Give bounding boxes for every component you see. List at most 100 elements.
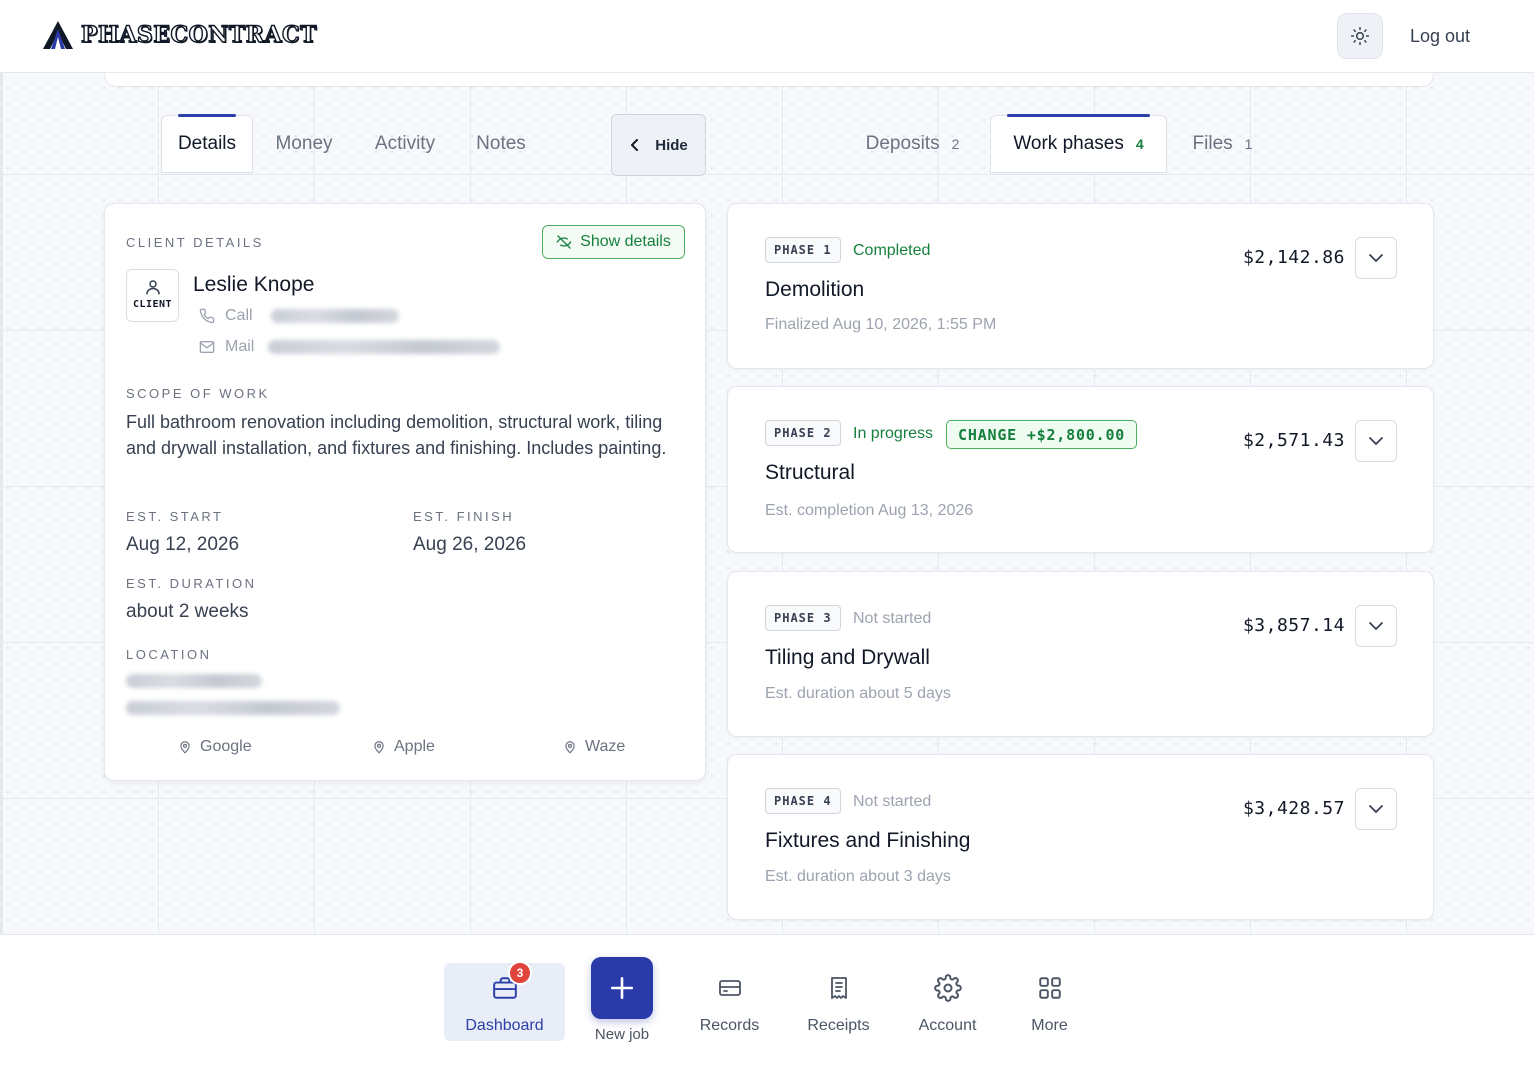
- redacted-address-line: [126, 701, 340, 715]
- map-link-label: Google: [200, 738, 252, 755]
- call-row[interactable]: Call: [199, 307, 399, 325]
- client-name: Leslie Knope: [193, 273, 315, 296]
- chevron-left-icon: [631, 139, 639, 151]
- nav-more[interactable]: More: [989, 963, 1110, 1041]
- logout-link[interactable]: Log out: [1410, 26, 1470, 47]
- client-details-card: CLIENT DETAILS Show details CLIENT Lesli…: [104, 203, 706, 781]
- phase-amount: $3,428.57: [1242, 798, 1345, 819]
- tab-label: Deposits: [865, 133, 940, 154]
- map-pin-icon: [180, 741, 190, 754]
- tab-files[interactable]: Files 1: [1180, 115, 1265, 173]
- mail-icon: [199, 341, 215, 353]
- mail-row[interactable]: Mail: [199, 338, 501, 356]
- change-order-badge: CHANGE +$2,800.00: [946, 420, 1138, 449]
- eye-off-icon: [556, 235, 572, 249]
- page-left-rule: [0, 0, 2, 1066]
- tab-label: Money: [275, 133, 333, 154]
- grid-icon: [1038, 977, 1061, 999]
- credit-card-icon: [718, 980, 741, 996]
- nav-records[interactable]: Records: [669, 963, 790, 1041]
- nav-label: More: [1031, 1017, 1068, 1034]
- est-duration-value: about 2 weeks: [126, 601, 249, 622]
- nav-icon-wrap: [933, 973, 962, 1003]
- tab-details[interactable]: Details: [161, 114, 253, 173]
- client-badge-label: CLIENT: [132, 299, 173, 310]
- show-details-button[interactable]: Show details: [542, 225, 685, 259]
- nav-dashboard[interactable]: 3 Dashboard: [444, 961, 565, 1041]
- map-link-label: Apple: [394, 738, 435, 755]
- new-job-button[interactable]: [591, 957, 653, 1019]
- receipt-icon: [830, 977, 847, 999]
- app-header: PHASECONTRACT Log out: [0, 0, 1534, 73]
- chevron-down-icon: [1369, 622, 1383, 630]
- expand-phase-button[interactable]: [1355, 605, 1397, 647]
- waze-link[interactable]: Waze: [563, 738, 625, 756]
- hide-label: Hide: [655, 136, 688, 154]
- chevron-down-icon: [1369, 805, 1383, 813]
- phase-status: In progress: [853, 425, 934, 442]
- redacted-address: [126, 674, 340, 715]
- phase-subtitle: Est. completion Aug 13, 2026: [765, 502, 974, 519]
- phase-status: Not started: [853, 610, 932, 627]
- notification-badge: 3: [508, 961, 532, 985]
- tab-label: Notes: [476, 133, 526, 154]
- show-details-label: Show details: [580, 233, 671, 250]
- tab-deposits[interactable]: Deposits 2: [850, 115, 975, 173]
- map-pin-icon: [565, 741, 575, 754]
- logo-text: PHASECONTRACT: [80, 21, 317, 48]
- location-heading: LOCATION: [126, 647, 212, 662]
- google-maps-link[interactable]: Google: [178, 738, 252, 756]
- bottom-navigation: 3 Dashboard New job Records Receipts Acc…: [0, 934, 1534, 1066]
- redacted-email: [268, 340, 501, 354]
- redacted-phone: [270, 309, 399, 323]
- phase-number-badge: PHASE 4: [765, 788, 841, 814]
- phase-subtitle: Finalized Aug 10, 2026, 1:55 PM: [765, 316, 997, 333]
- phase-title: Tiling and Drywall: [765, 646, 930, 669]
- phase-card-structural[interactable]: PHASE 2 In progress CHANGE +$2,800.00 St…: [727, 386, 1434, 553]
- nav-receipts[interactable]: Receipts: [778, 963, 899, 1041]
- phase-number-badge: PHASE 2: [765, 420, 841, 446]
- est-start-value: Aug 12, 2026: [126, 534, 240, 555]
- nav-label: Receipts: [807, 1017, 870, 1034]
- logo-icon: [43, 21, 73, 49]
- phase-card-tiling-drywall[interactable]: PHASE 3 Not started Tiling and Drywall E…: [727, 571, 1434, 737]
- user-icon: [145, 280, 160, 295]
- collapsed-panel-strip: [104, 73, 1434, 87]
- expand-phase-button[interactable]: [1355, 237, 1397, 279]
- nav-icon-wrap: [827, 973, 851, 1003]
- scope-text: Full bathroom renovation including demol…: [126, 412, 667, 458]
- phase-title: Demolition: [765, 278, 865, 301]
- tab-money[interactable]: Money: [263, 115, 345, 173]
- expand-phase-button[interactable]: [1355, 420, 1397, 462]
- apple-maps-link[interactable]: Apple: [372, 738, 435, 756]
- tab-notes[interactable]: Notes: [466, 115, 536, 173]
- phase-number-badge: PHASE 1: [765, 237, 841, 263]
- est-finish-heading: EST. FINISH: [413, 509, 515, 524]
- theme-toggle-button[interactable]: [1337, 13, 1383, 59]
- phase-title: Fixtures and Finishing: [765, 829, 971, 852]
- phase-amount: $3,857.14: [1242, 615, 1345, 636]
- est-finish-value: Aug 26, 2026: [413, 534, 527, 555]
- tab-activity[interactable]: Activity: [360, 115, 450, 173]
- app-logo[interactable]: PHASECONTRACT: [41, 20, 317, 50]
- map-pin-icon: [374, 741, 384, 754]
- est-start-heading: EST. START: [126, 509, 224, 524]
- call-label: Call: [225, 307, 253, 324]
- sun-icon: [1350, 26, 1370, 46]
- tab-label: Files: [1192, 133, 1233, 154]
- tab-work-phases[interactable]: Work phases 4: [990, 114, 1167, 173]
- phase-amount: $2,142.86: [1242, 247, 1345, 268]
- nav-label: Dashboard: [465, 1017, 544, 1034]
- plus-icon: [610, 976, 634, 1000]
- tab-count: 4: [1135, 136, 1144, 152]
- chevron-down-icon: [1369, 254, 1383, 262]
- nav-icon-wrap: [716, 973, 744, 1003]
- phase-amount: $2,571.43: [1242, 430, 1345, 451]
- hide-panel-button[interactable]: Hide: [611, 114, 706, 176]
- scope-heading: SCOPE OF WORK: [126, 386, 270, 401]
- new-job-label[interactable]: New job: [572, 1026, 672, 1043]
- phase-card-fixtures-finishing[interactable]: PHASE 4 Not started Fixtures and Finishi…: [727, 754, 1434, 920]
- tab-label: Activity: [374, 133, 436, 154]
- expand-phase-button[interactable]: [1355, 788, 1397, 830]
- phase-card-demolition[interactable]: PHASE 1 Completed Demolition Finalized A…: [727, 203, 1434, 369]
